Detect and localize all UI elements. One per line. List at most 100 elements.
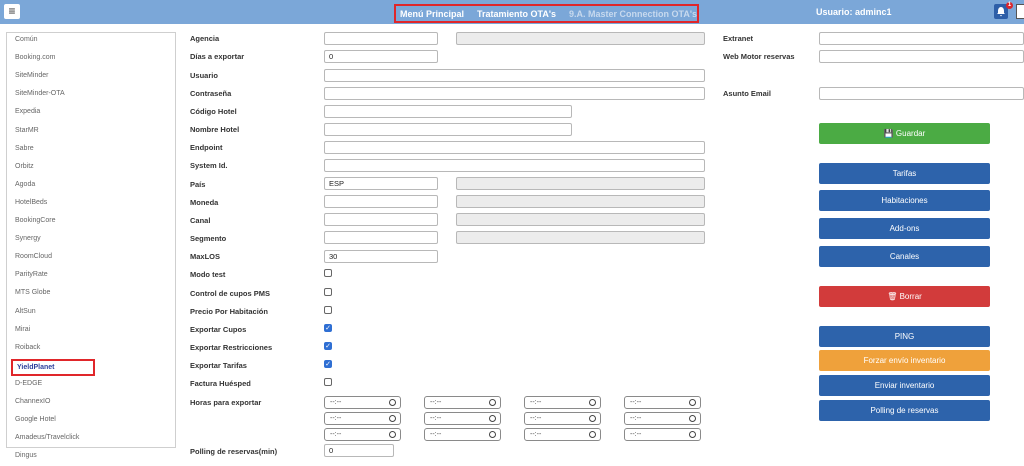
- habitaciones-button[interactable]: Habitaciones: [819, 190, 990, 211]
- sidebar-item[interactable]: Expedia: [15, 108, 40, 115]
- dias-exportar-input[interactable]: [324, 50, 438, 63]
- breadcrumb-tratamiento[interactable]: Tratamiento OTA's: [477, 9, 556, 19]
- label-canal: Canal: [190, 216, 211, 225]
- sidebar-item[interactable]: Mirai: [15, 326, 30, 333]
- time-placeholder: --:--: [330, 399, 342, 406]
- exportar-cupos-checkbox[interactable]: ✓: [324, 324, 332, 332]
- label-usuario: Usuario: [190, 71, 218, 80]
- time-input[interactable]: --:--: [324, 396, 401, 409]
- polling-minutes-input[interactable]: [324, 444, 394, 457]
- moneda-input[interactable]: [324, 195, 438, 208]
- sidebar-item[interactable]: ParityRate: [15, 271, 48, 278]
- usuario-input[interactable]: [324, 69, 705, 82]
- extranet-input[interactable]: [819, 32, 1024, 45]
- precio-habitacion-checkbox[interactable]: [324, 306, 332, 314]
- sidebar-item[interactable]: Roiback: [15, 344, 40, 351]
- sidebar-item[interactable]: Común: [15, 36, 38, 43]
- label-asunto-email: Asunto Email: [723, 89, 771, 98]
- document-icon[interactable]: [1016, 4, 1024, 19]
- sidebar-item[interactable]: Google Hotel: [15, 416, 56, 423]
- canales-button[interactable]: Canales: [819, 246, 990, 267]
- label-nombre-hotel: Nombre Hotel: [190, 125, 240, 134]
- time-input[interactable]: --:--: [524, 428, 601, 441]
- system-id-input[interactable]: [324, 159, 705, 172]
- time-input[interactable]: --:--: [624, 428, 701, 441]
- sidebar-item[interactable]: BookingCore: [15, 217, 55, 224]
- sidebar-item[interactable]: Dingus: [15, 452, 37, 459]
- time-input[interactable]: --:--: [424, 412, 501, 425]
- tarifas-button[interactable]: Tarifas: [819, 163, 990, 184]
- user-label: Usuario: adminc1: [816, 7, 892, 17]
- label-modo-test: Modo test: [190, 270, 226, 279]
- sidebar-item[interactable]: MTS Globe: [15, 289, 50, 296]
- label-maxlos: MaxLOS: [190, 252, 221, 261]
- sidebar-item[interactable]: Amadeus/Travelclick: [15, 434, 79, 441]
- segmento-input[interactable]: [324, 231, 438, 244]
- web-motor-input[interactable]: [819, 50, 1024, 63]
- sidebar-item[interactable]: Agoda: [15, 181, 35, 188]
- borrar-label: Borrar: [899, 292, 922, 301]
- sidebar-item[interactable]: Orbitz: [15, 163, 34, 170]
- label-agencia: Agencia: [190, 34, 220, 43]
- time-input[interactable]: --:--: [524, 396, 601, 409]
- sidebar-item[interactable]: SiteMinder-OTA: [15, 90, 65, 97]
- ping-button[interactable]: PING: [819, 326, 990, 347]
- time-input[interactable]: --:--: [324, 428, 401, 441]
- control-cupos-checkbox[interactable]: [324, 288, 332, 296]
- clock-icon: [389, 399, 396, 406]
- enviar-inventario-button[interactable]: Enviar inventario: [819, 375, 990, 396]
- borrar-button[interactable]: 🗑 Borrar: [819, 286, 990, 307]
- sidebar-item[interactable]: Synergy: [15, 235, 41, 242]
- time-input[interactable]: --:--: [624, 396, 701, 409]
- guardar-button[interactable]: 💾 Guardar: [819, 123, 990, 144]
- sidebar-item[interactable]: YieldPlanet: [11, 358, 95, 376]
- save-icon: 💾: [883, 129, 894, 138]
- asunto-email-input[interactable]: [819, 87, 1024, 100]
- time-input[interactable]: --:--: [424, 396, 501, 409]
- sidebar-item[interactable]: RoomCloud: [15, 253, 52, 260]
- codigo-hotel-input[interactable]: [324, 105, 572, 118]
- time-input[interactable]: --:--: [424, 428, 501, 441]
- sidebar-item[interactable]: D-EDGE: [15, 380, 42, 387]
- contrasena-input[interactable]: [324, 87, 705, 100]
- sidebar-item[interactable]: StarMR: [15, 127, 39, 134]
- exportar-restricciones-checkbox[interactable]: ✓: [324, 342, 332, 350]
- time-placeholder: --:--: [430, 399, 442, 406]
- time-input[interactable]: --:--: [524, 412, 601, 425]
- clock-icon: [389, 431, 396, 438]
- time-input[interactable]: --:--: [624, 412, 701, 425]
- clock-icon: [489, 431, 496, 438]
- sidebar-item[interactable]: SiteMinder: [15, 72, 48, 79]
- sidebar-item[interactable]: Sabre: [15, 145, 34, 152]
- endpoint-input[interactable]: [324, 141, 705, 154]
- addons-button[interactable]: Add-ons: [819, 218, 990, 239]
- sidebar-item[interactable]: ChannexIO: [15, 398, 50, 405]
- label-factura-huesped: Factura Huésped: [190, 379, 251, 388]
- time-input[interactable]: --:--: [324, 412, 401, 425]
- maxlos-input[interactable]: [324, 250, 438, 263]
- sidebar-item[interactable]: AltSun: [15, 308, 36, 315]
- time-placeholder: --:--: [630, 415, 642, 422]
- factura-huesped-checkbox[interactable]: [324, 378, 332, 386]
- agencia-input[interactable]: [324, 32, 438, 45]
- hamburger-menu-icon[interactable]: ≡: [4, 4, 20, 19]
- modo-test-checkbox[interactable]: [324, 269, 332, 277]
- sidebar-item[interactable]: HotelBeds: [15, 199, 47, 206]
- label-moneda: Moneda: [190, 198, 219, 207]
- canal-input[interactable]: [324, 213, 438, 226]
- polling-reservas-button[interactable]: Polling de reservas: [819, 400, 990, 421]
- sidebar-item[interactable]: Booking.com: [15, 54, 55, 61]
- top-bar: ≡ Menú Principal Tratamiento OTA's 9.A. …: [0, 0, 1024, 24]
- exportar-tarifas-checkbox[interactable]: ✓: [324, 360, 332, 368]
- label-control-cupos: Control de cupos PMS: [190, 289, 271, 298]
- breadcrumb-menu-principal[interactable]: Menú Principal: [400, 9, 464, 19]
- clock-icon: [489, 415, 496, 422]
- pais-input[interactable]: [324, 177, 438, 190]
- clock-icon: [589, 415, 596, 422]
- breadcrumb: Menú Principal Tratamiento OTA's 9.A. Ma…: [394, 4, 699, 23]
- label-system-id: System Id.: [190, 161, 228, 170]
- clock-icon: [689, 415, 696, 422]
- forzar-envio-button[interactable]: Forzar envío inventario: [819, 350, 990, 371]
- label-endpoint: Endpoint: [190, 143, 223, 152]
- nombre-hotel-input[interactable]: [324, 123, 572, 136]
